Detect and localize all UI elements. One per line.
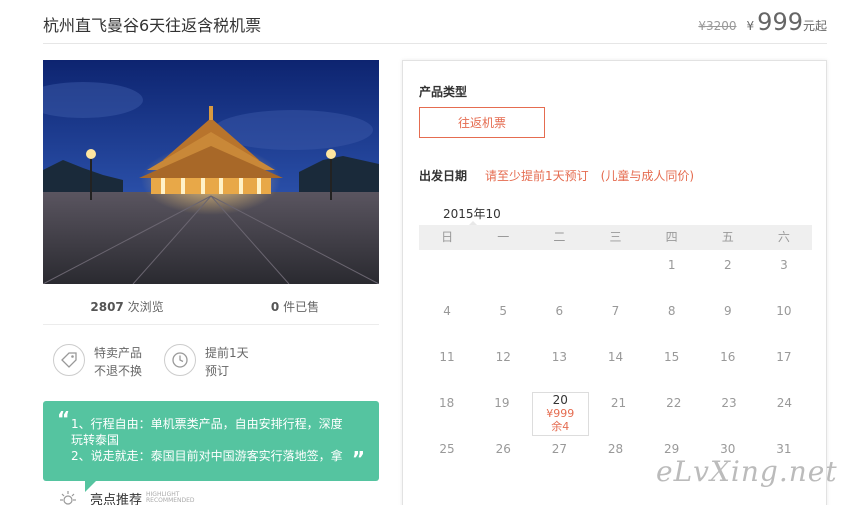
watermark-logo: eLvXing.net bbox=[656, 455, 838, 488]
calendar-day: 13 bbox=[551, 350, 567, 364]
calendar-day bbox=[475, 250, 531, 296]
price-suffix: 元起 bbox=[802, 19, 827, 33]
calendar-day: 6 bbox=[555, 304, 564, 318]
recommend-line-1: 1、行程自由：单机票类产品，自由安排行程，深度 bbox=[71, 417, 343, 431]
available-day-stock: 余4 bbox=[551, 420, 570, 433]
views-label: 次浏览 bbox=[127, 300, 164, 314]
weekday-header: 日 一 二 三 四 五 六 bbox=[419, 225, 812, 250]
feature-advance-booking: 提前1天 预订 bbox=[164, 344, 249, 380]
open-quote-icon: “ bbox=[57, 407, 71, 431]
weekday-fri: 五 bbox=[721, 230, 734, 244]
views-stat: 2807 次浏览 bbox=[43, 298, 211, 315]
weekday-sat: 六 bbox=[777, 230, 790, 244]
calendar-week: 18 19 20 ¥999 余4 21 22 23 24 bbox=[419, 388, 812, 436]
calendar-day: 12 bbox=[495, 350, 511, 364]
calendar-day: 3 bbox=[780, 258, 788, 272]
calendar-day: 17 bbox=[776, 350, 792, 364]
booking-note: 请至少提前1天预订 (儿童与成人同价) bbox=[485, 169, 694, 183]
sold-label: 件已售 bbox=[283, 300, 320, 314]
highlight-heading: 亮点推荐 HIGHLIGHT RECOMMENDED bbox=[58, 488, 195, 505]
feature-line1: 提前1天 bbox=[205, 346, 249, 360]
calendar-day: 22 bbox=[666, 396, 682, 410]
calendar-day: 24 bbox=[776, 396, 792, 410]
product-stats: 2807 次浏览 0 件已售 bbox=[43, 298, 379, 315]
calendar-week: 4 5 6 7 8 9 10 bbox=[419, 296, 812, 342]
currency-symbol: ¥ bbox=[746, 19, 755, 33]
calendar-grid: 1 2 3 4 5 6 7 8 9 10 11 12 13 14 15 16 1… bbox=[419, 250, 812, 480]
product-photo[interactable] bbox=[43, 60, 379, 284]
calendar-day: 1 bbox=[667, 258, 676, 272]
calendar-day: 11 bbox=[439, 350, 455, 364]
calendar-day: 8 bbox=[667, 304, 676, 318]
calendar-day: 26 bbox=[495, 442, 511, 456]
tag-icon bbox=[53, 344, 85, 376]
weekday-wed: 三 bbox=[609, 230, 622, 244]
calendar-day: 19 bbox=[494, 396, 510, 410]
recommend-line-3: 2、说走就走：泰国目前对中国游客实行落地签，拿 bbox=[71, 449, 343, 463]
calendar-day bbox=[531, 250, 587, 296]
price-box: ¥3200 ¥ 999 元起 bbox=[698, 8, 827, 36]
highlight-label: 亮点推荐 bbox=[90, 492, 143, 505]
available-day-price: ¥999 bbox=[546, 407, 575, 420]
calendar-day-available[interactable]: 20 ¥999 余4 bbox=[531, 392, 589, 436]
product-type-label: 产品类型 bbox=[419, 85, 468, 99]
calendar-day: 10 bbox=[776, 304, 792, 318]
calendar-week: 11 12 13 14 15 16 17 bbox=[419, 342, 812, 388]
highlight-en-text: HIGHLIGHT RECOMMENDED bbox=[146, 492, 195, 504]
calendar-day: 15 bbox=[663, 350, 680, 364]
calendar-day bbox=[587, 250, 643, 296]
clock-icon bbox=[164, 344, 196, 376]
sun-icon bbox=[60, 491, 76, 505]
calendar-day bbox=[419, 250, 475, 296]
sold-count: 0 bbox=[270, 300, 280, 314]
weekday-thu: 四 bbox=[665, 230, 678, 244]
recommend-box: “ 1、行程自由：单机票类产品，自由安排行程，深度 玩转泰国 2、说走就走：泰国… bbox=[43, 401, 379, 481]
sold-stat: 0 件已售 bbox=[211, 298, 379, 315]
close-quote-icon: ” bbox=[351, 447, 365, 471]
weekday-sun: 日 bbox=[441, 230, 454, 244]
round-trip-option-button[interactable]: 往返机票 bbox=[419, 107, 545, 138]
calendar-day: 4 bbox=[443, 304, 451, 318]
views-count: 2807 bbox=[90, 300, 124, 314]
calendar-day: 7 bbox=[611, 304, 620, 318]
current-price: 999 bbox=[757, 8, 803, 36]
feature-line2: 不退不换 bbox=[94, 364, 143, 378]
calendar-day: 2 bbox=[723, 258, 732, 272]
calendar-day: 9 bbox=[723, 304, 732, 318]
feature-special-sale: 特卖产品 不退不换 bbox=[53, 344, 142, 380]
weekday-tue: 二 bbox=[553, 230, 566, 244]
calendar-day: 16 bbox=[720, 350, 736, 364]
feature-line1: 特卖产品 bbox=[94, 346, 143, 360]
title-divider bbox=[43, 43, 827, 44]
feature-line2: 预订 bbox=[205, 364, 230, 378]
booking-panel: 产品类型 往返机票 出发日期 请至少提前1天预订 (儿童与成人同价) 2015年… bbox=[402, 60, 827, 505]
calendar-day: 18 bbox=[439, 396, 455, 410]
highlight-en-line2: RECOMMENDED bbox=[146, 497, 195, 504]
stats-divider bbox=[43, 324, 379, 325]
calendar-day: 5 bbox=[499, 304, 508, 318]
departure-date-label: 出发日期 bbox=[419, 169, 468, 183]
available-day-number: 20 bbox=[552, 393, 568, 407]
weekday-mon: 一 bbox=[497, 230, 510, 244]
calendar-week: 1 2 3 bbox=[419, 250, 812, 296]
calendar-day: 21 bbox=[610, 396, 627, 410]
temple-night-image bbox=[43, 60, 379, 284]
original-price: ¥3200 bbox=[698, 19, 737, 33]
calendar-day: 27 bbox=[551, 442, 567, 456]
calendar-day: 14 bbox=[607, 350, 624, 364]
calendar-day: 25 bbox=[439, 442, 455, 456]
recommend-line-2: 玩转泰国 bbox=[71, 433, 120, 447]
calendar-day: 23 bbox=[721, 396, 737, 410]
calendar-day: 28 bbox=[607, 442, 624, 456]
product-title: 杭州直飞曼谷6天往返含税机票 bbox=[43, 16, 262, 35]
